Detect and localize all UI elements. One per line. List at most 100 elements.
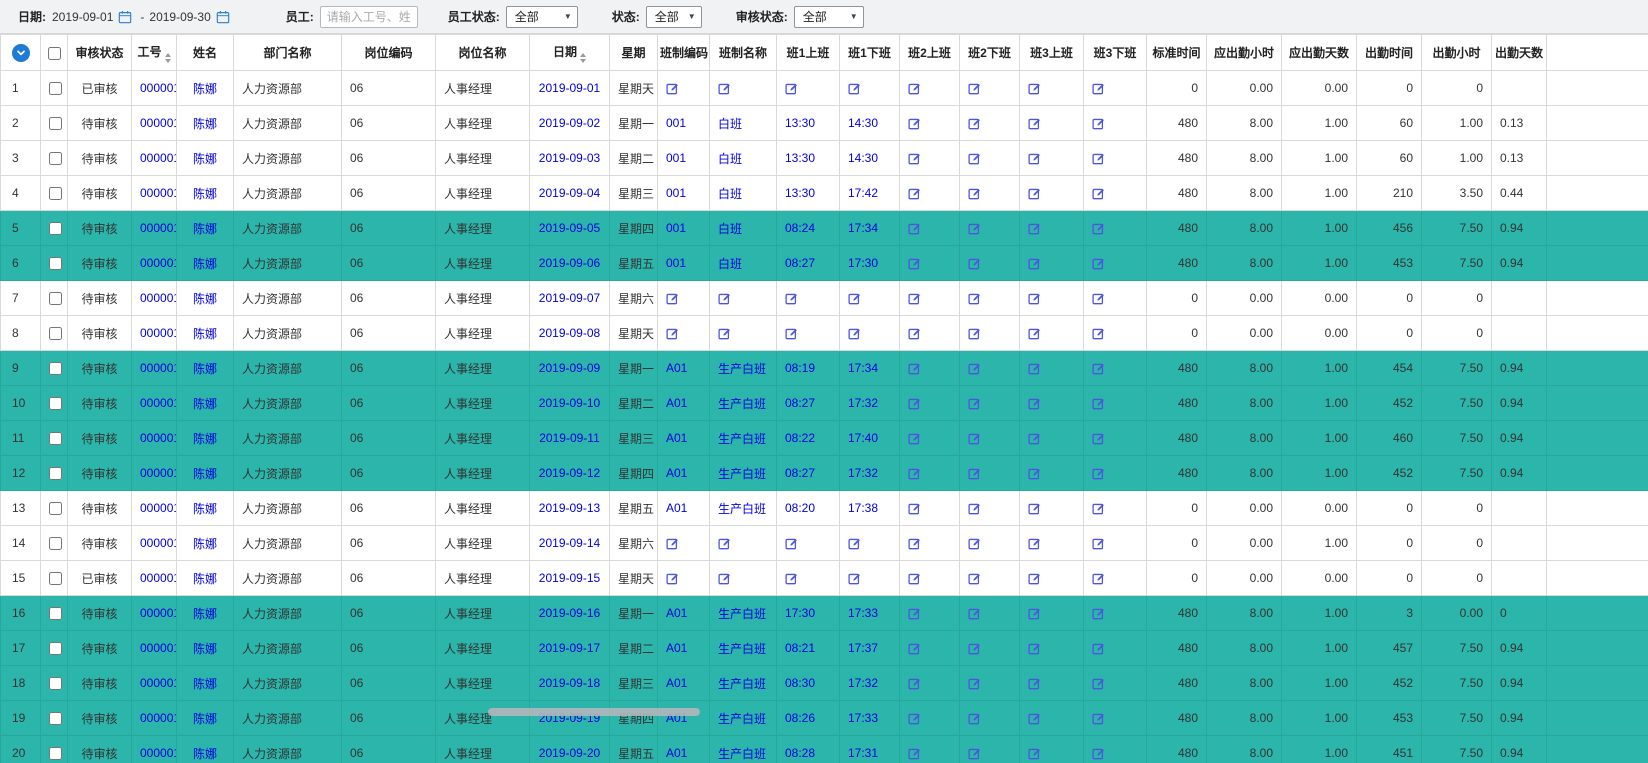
edit-icon[interactable] [848,82,861,95]
date-link[interactable]: 2019-09-01 [539,81,600,95]
shift-code-link[interactable]: A01 [666,746,687,760]
emp-id-link[interactable]: 000001 [140,291,177,305]
name-link[interactable]: 陈娜 [193,257,217,271]
edit-icon[interactable] [1028,327,1041,340]
edit-icon[interactable] [718,537,731,550]
date-link[interactable]: 2019-09-06 [539,256,600,270]
s1-in-link[interactable]: 08:20 [785,501,815,515]
edit-icon[interactable] [908,117,921,130]
edit-icon[interactable] [1028,362,1041,375]
s1-out-link[interactable]: 17:32 [848,466,878,480]
shift-name-link[interactable]: 生产白班 [718,747,766,761]
edit-icon[interactable] [1028,397,1041,410]
edit-icon[interactable] [968,222,981,235]
date-link[interactable]: 2019-09-16 [539,606,600,620]
s1-in-link[interactable]: 08:30 [785,676,815,690]
emp-id-link[interactable]: 000001 [140,711,177,725]
edit-icon[interactable] [1028,222,1041,235]
edit-icon[interactable] [1028,642,1041,655]
shift-name-link[interactable]: 生产白班 [718,712,766,726]
edit-icon[interactable] [968,467,981,480]
date-link[interactable]: 2019-09-03 [539,151,600,165]
edit-icon[interactable] [785,292,798,305]
shift-code-link[interactable]: A01 [666,501,687,515]
shift-name-link[interactable]: 生产白班 [718,397,766,411]
edit-icon[interactable] [666,82,679,95]
row-checkbox[interactable] [49,397,62,410]
shift-name-link[interactable]: 白班 [718,152,742,166]
name-link[interactable]: 陈娜 [193,187,217,201]
name-link[interactable]: 陈娜 [193,222,217,236]
edit-icon[interactable] [968,432,981,445]
edit-icon[interactable] [1092,257,1105,270]
edit-icon[interactable] [718,572,731,585]
edit-icon[interactable] [908,257,921,270]
edit-icon[interactable] [908,222,921,235]
s1-in-link[interactable]: 08:24 [785,221,815,235]
name-link[interactable]: 陈娜 [193,467,217,481]
name-link[interactable]: 陈娜 [193,152,217,166]
edit-icon[interactable] [1028,537,1041,550]
edit-icon[interactable] [1092,607,1105,620]
edit-icon[interactable] [908,397,921,410]
s1-out-link[interactable]: 17:33 [848,711,878,725]
edit-icon[interactable] [718,327,731,340]
row-checkbox[interactable] [49,537,62,550]
name-link[interactable]: 陈娜 [193,82,217,96]
shift-name-link[interactable]: 白班 [718,257,742,271]
emp-id-link[interactable]: 000001 [140,606,177,620]
s1-out-link[interactable]: 17:37 [848,641,878,655]
s1-out-link[interactable]: 17:40 [848,431,878,445]
shift-code-link[interactable]: A01 [666,361,687,375]
row-checkbox[interactable] [49,712,62,725]
edit-icon[interactable] [1028,712,1041,725]
edit-icon[interactable] [908,537,921,550]
date-link[interactable]: 2019-09-07 [539,291,600,305]
emp-id-link[interactable]: 000001 [140,256,177,270]
row-checkbox[interactable] [49,467,62,480]
edit-icon[interactable] [968,257,981,270]
row-checkbox[interactable] [49,257,62,270]
edit-icon[interactable] [908,327,921,340]
expand-all-button[interactable] [12,44,30,62]
edit-icon[interactable] [848,572,861,585]
shift-code-link[interactable]: A01 [666,676,687,690]
edit-icon[interactable] [968,117,981,130]
calendar-icon[interactable] [216,10,230,24]
edit-icon[interactable] [1092,747,1105,760]
emp-id-link[interactable]: 000001 [140,221,177,235]
col-header-date[interactable]: 日期 [530,35,610,71]
edit-icon[interactable] [968,502,981,515]
s1-out-link[interactable]: 17:32 [848,676,878,690]
date-link[interactable]: 2019-09-02 [539,116,600,130]
shift-name-link[interactable]: 生产白班 [718,362,766,376]
edit-icon[interactable] [1092,187,1105,200]
employee-search-input[interactable] [320,6,418,28]
edit-icon[interactable] [1092,292,1105,305]
edit-icon[interactable] [1092,642,1105,655]
date-to-value[interactable]: 2019-09-30 [149,10,210,24]
edit-icon[interactable] [968,712,981,725]
s1-out-link[interactable]: 17:42 [848,186,878,200]
edit-icon[interactable] [968,677,981,690]
row-checkbox[interactable] [49,607,62,620]
edit-icon[interactable] [1092,152,1105,165]
edit-icon[interactable] [908,502,921,515]
edit-icon[interactable] [968,327,981,340]
s1-out-link[interactable]: 14:30 [848,151,878,165]
shift-name-link[interactable]: 生产白班 [718,432,766,446]
name-link[interactable]: 陈娜 [193,432,217,446]
employee-status-select[interactable]: 全部 ▼ [506,6,578,28]
shift-code-link[interactable]: 001 [666,221,686,235]
emp-id-link[interactable]: 000001 [140,676,177,690]
edit-icon[interactable] [1028,257,1041,270]
shift-code-link[interactable]: 001 [666,256,686,270]
edit-icon[interactable] [1028,187,1041,200]
edit-icon[interactable] [1028,82,1041,95]
date-link[interactable]: 2019-09-05 [539,221,600,235]
edit-icon[interactable] [1028,607,1041,620]
edit-icon[interactable] [1028,467,1041,480]
row-checkbox[interactable] [49,82,62,95]
edit-icon[interactable] [908,187,921,200]
edit-icon[interactable] [908,292,921,305]
